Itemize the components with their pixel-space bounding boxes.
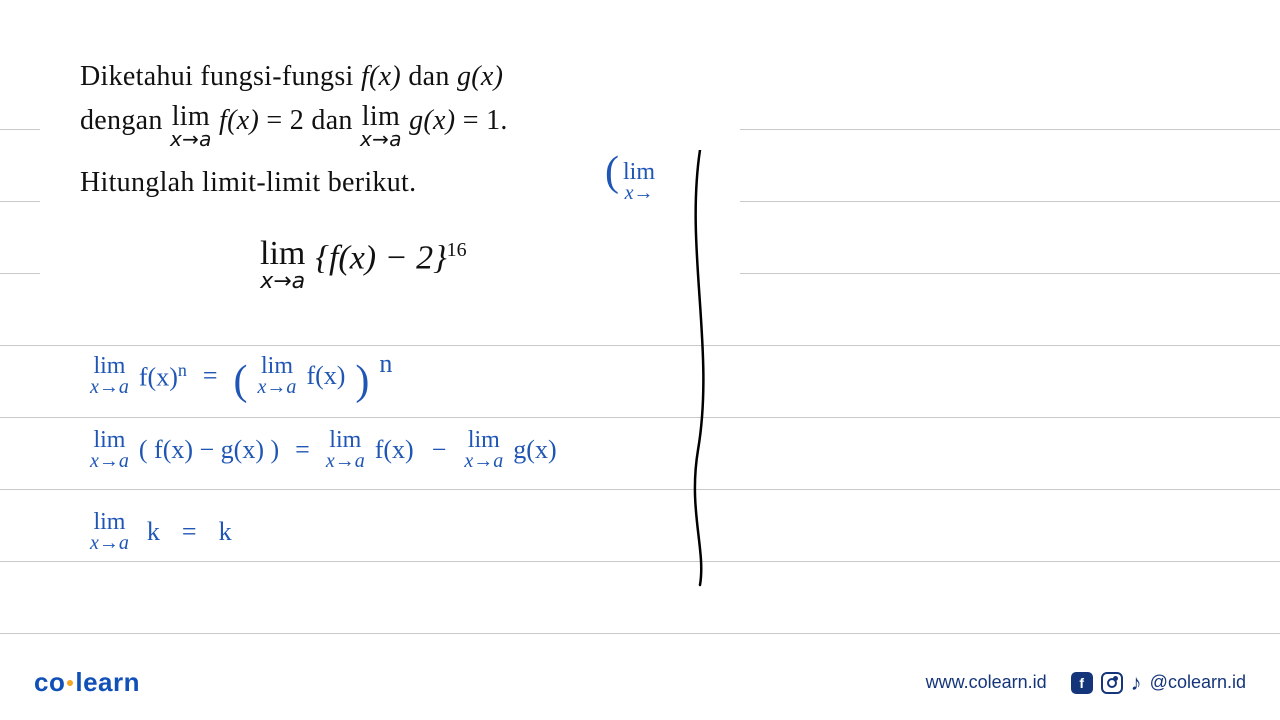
lim-sub: x→a — [326, 451, 365, 472]
social-icons: f ♪ @colearn.id — [1071, 670, 1246, 696]
exponent: 16 — [447, 239, 467, 261]
footer: colearn www.colearn.id f ♪ @colearn.id — [34, 667, 1246, 698]
handwriting-row-2: lim x→a ( f(x) − g(x) ) = lim x→a f(x) −… — [90, 428, 557, 472]
problem-line-2: dengan lim x→a f(x) = 2 dan lim x→a g(x)… — [80, 102, 720, 150]
divider-curve — [680, 150, 740, 590]
f-of-x: f(x) — [219, 105, 259, 136]
handwriting-top-right: ( lim x→ — [605, 160, 655, 204]
lim-fragment: lim x→ — [623, 160, 655, 204]
lim: lim x→a — [90, 510, 129, 554]
footer-url[interactable]: www.colearn.id — [926, 672, 1047, 693]
lhs: ( f(x) − g(x) ) — [139, 435, 279, 465]
lim-word: lim — [260, 236, 305, 272]
brand-logo: colearn — [34, 667, 140, 698]
lim-sub: x→a — [260, 270, 305, 293]
lhs: f(x)n — [139, 360, 187, 393]
open-paren: ( — [605, 149, 619, 195]
lim-expression: lim x→a — [260, 236, 305, 293]
lim: lim x→a — [90, 428, 129, 472]
g-of-x: g(x) — [409, 105, 455, 136]
lim-sub: x→a — [360, 129, 402, 150]
lim: lim x→a — [326, 428, 365, 472]
lim-sub: x→a — [90, 533, 129, 554]
instagram-icon[interactable] — [1101, 672, 1123, 694]
footer-right: www.colearn.id f ♪ @colearn.id — [926, 670, 1246, 696]
body-text: {f(x) − 2} — [315, 239, 446, 276]
text: = 1. — [463, 105, 508, 136]
rule-line — [0, 561, 1280, 562]
facebook-icon[interactable]: f — [1071, 672, 1093, 694]
rule-line — [0, 345, 1280, 346]
equals: = — [182, 517, 197, 547]
equals: = — [203, 361, 218, 391]
problem-line-1: Diketahui fungsi-fungsi f(x) dan g(x) — [80, 58, 720, 96]
rule-line — [0, 633, 1280, 634]
rule-line — [0, 489, 1280, 490]
lim: lim x→a — [90, 354, 129, 398]
exp-n: n — [379, 349, 392, 379]
main-limit: lim x→a {f(x) − 2}16 — [260, 236, 467, 293]
f-of-x: f(x) — [361, 61, 401, 92]
social-handle[interactable]: @colearn.id — [1150, 672, 1246, 693]
limit-body: {f(x) − 2}16 — [315, 236, 466, 275]
limit-g: lim x→a — [360, 102, 402, 150]
text: dengan — [80, 105, 170, 136]
lim-sub: x→a — [464, 451, 503, 472]
text: = 2 dan — [266, 105, 360, 136]
brand-learn: learn — [75, 667, 140, 697]
handwriting-row-1: lim x→a f(x)n = ( lim x→a f(x) ) n — [90, 354, 392, 398]
fx: f(x) — [139, 362, 178, 391]
equals: = — [295, 435, 310, 465]
k: k — [219, 517, 232, 547]
lim-sub: x→a — [90, 451, 129, 472]
lim-sub: x→a — [258, 377, 297, 398]
gx: g(x) — [513, 435, 556, 465]
fx: f(x) — [375, 435, 414, 465]
lim-sub: x→ — [623, 183, 655, 204]
text: dan — [401, 61, 457, 92]
rule-line — [0, 417, 1280, 418]
limit-f: lim x→a — [170, 102, 212, 150]
minus: − — [432, 435, 447, 465]
text: Diketahui fungsi-fungsi — [80, 61, 361, 92]
handwriting-row-3: lim x→a k = k — [90, 510, 232, 554]
tiktok-icon[interactable]: ♪ — [1131, 670, 1142, 696]
brand-dot-icon — [67, 680, 73, 686]
fx: f(x) — [306, 361, 345, 391]
k: k — [147, 517, 160, 547]
lim: lim x→a — [464, 428, 503, 472]
page: Diketahui fungsi-fungsi f(x) dan g(x) de… — [0, 0, 1280, 720]
close-paren: ) — [355, 365, 369, 399]
exp-n: n — [178, 360, 187, 380]
brand-co: co — [34, 667, 65, 697]
open-paren: ( — [234, 365, 248, 399]
g-of-x: g(x) — [457, 61, 503, 92]
lim: lim x→a — [258, 354, 297, 398]
lim-sub: x→a — [90, 377, 129, 398]
lim-sub: x→a — [170, 129, 212, 150]
